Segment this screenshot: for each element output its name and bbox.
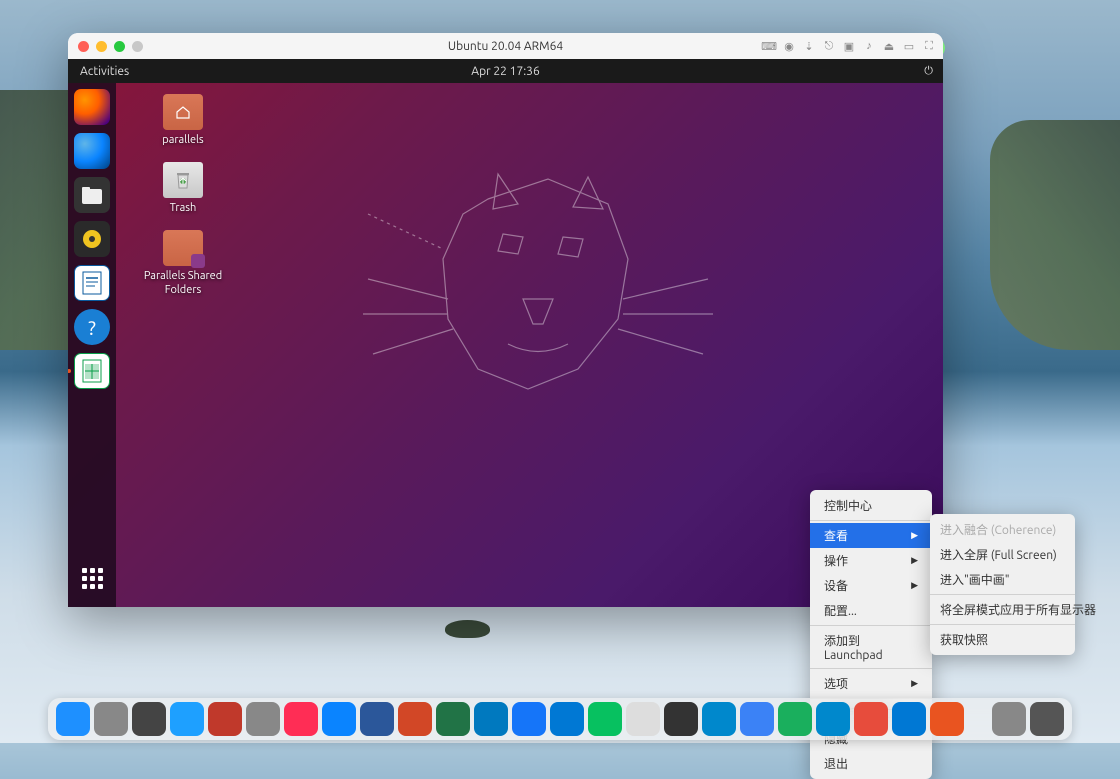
chevron-right-icon: ▶ bbox=[911, 678, 918, 689]
dock-telegram[interactable] bbox=[702, 702, 736, 736]
menu-actions[interactable]: 操作▶ bbox=[810, 548, 932, 573]
dock-wechat[interactable] bbox=[588, 702, 622, 736]
show-applications-button[interactable] bbox=[74, 561, 110, 597]
shared-folder-icon bbox=[163, 230, 203, 266]
display-icon[interactable]: ▣ bbox=[843, 40, 855, 52]
menu-configure[interactable]: 配置... bbox=[810, 598, 932, 623]
menu-separator bbox=[930, 624, 1075, 625]
shared-label: Parallels Shared Folders bbox=[128, 270, 238, 296]
dock-excel[interactable] bbox=[436, 702, 470, 736]
submenu-pip[interactable]: 进入"画中画" bbox=[930, 567, 1075, 592]
files-launcher[interactable] bbox=[74, 177, 110, 213]
ubuntu-topbar: Activities Apr 22 17:36 ⏻ bbox=[68, 59, 943, 83]
dock-windows[interactable] bbox=[892, 702, 926, 736]
vm-titlebar[interactable]: Ubuntu 20.04 ARM64 ⌨ ◉ ⇣ ⎋ ▣ ♪ ⏏ ▭ ⛶ bbox=[68, 33, 943, 59]
dock-parallels-toolbox[interactable] bbox=[854, 702, 888, 736]
chevron-right-icon: ▶ bbox=[911, 530, 918, 541]
vm-toolbar-icons: ⌨ ◉ ⇣ ⎋ ▣ ♪ ⏏ ▭ ⛶ bbox=[763, 40, 935, 52]
dock-vscode[interactable] bbox=[550, 702, 584, 736]
menu-separator bbox=[810, 625, 932, 626]
zoom-button[interactable] bbox=[114, 41, 125, 52]
sound-icon[interactable]: ♪ bbox=[863, 40, 875, 52]
folder-icon bbox=[163, 94, 203, 130]
submenu-coherence: 进入融合 (Coherence) bbox=[930, 517, 1075, 542]
dock-spacer bbox=[968, 702, 988, 736]
submenu-all-displays[interactable]: 将全屏模式应用于所有显示器 bbox=[930, 597, 1075, 622]
submenu-snapshot[interactable]: 获取快照 bbox=[930, 627, 1075, 652]
dock-settings[interactable] bbox=[246, 702, 280, 736]
submenu-fullscreen[interactable]: 进入全屏 (Full Screen) bbox=[930, 542, 1075, 567]
dock-todo[interactable] bbox=[740, 702, 774, 736]
ubuntu-dock: ? bbox=[68, 83, 116, 607]
menu-separator bbox=[810, 520, 932, 521]
rhythmbox-launcher[interactable] bbox=[74, 221, 110, 257]
macos-dock bbox=[48, 698, 1072, 740]
datetime[interactable]: Apr 22 17:36 bbox=[471, 65, 539, 78]
trash-bin-icon bbox=[163, 162, 203, 198]
dock-typora[interactable] bbox=[626, 702, 660, 736]
firefox-launcher[interactable] bbox=[74, 89, 110, 125]
chevron-right-icon: ▶ bbox=[911, 580, 918, 591]
dock-multi[interactable] bbox=[132, 702, 166, 736]
dock-trello[interactable] bbox=[474, 702, 508, 736]
dock-ubuntu[interactable] bbox=[930, 702, 964, 736]
parallels-folder[interactable]: parallels bbox=[128, 94, 238, 147]
parallels-label: parallels bbox=[162, 134, 203, 147]
dock-finder[interactable] bbox=[56, 702, 90, 736]
dock-launchpad[interactable] bbox=[94, 702, 128, 736]
thunderbird-launcher[interactable] bbox=[74, 133, 110, 169]
dock-safari[interactable] bbox=[170, 702, 204, 736]
fullscreen-icon[interactable]: ⛶ bbox=[923, 40, 935, 52]
dock-word[interactable] bbox=[360, 702, 394, 736]
dock-music[interactable] bbox=[284, 702, 318, 736]
menu-control-center[interactable]: 控制中心 bbox=[810, 493, 932, 518]
menu-quit[interactable]: 退出 bbox=[810, 751, 932, 776]
libreoffice-calc-launcher[interactable] bbox=[74, 353, 110, 389]
parallels-shared-folder[interactable]: Parallels Shared Folders bbox=[128, 230, 238, 296]
pin-icon[interactable]: ⇣ bbox=[803, 40, 815, 52]
desktop-icons-area: parallels Trash Parallels Shared Folders bbox=[128, 94, 238, 297]
disc-icon[interactable]: ◉ bbox=[783, 40, 795, 52]
menu-options[interactable]: 选项▶ bbox=[810, 671, 932, 696]
menu-view[interactable]: 查看▶ bbox=[810, 523, 932, 548]
dock-powerpoint[interactable] bbox=[398, 702, 432, 736]
network-icon[interactable]: ⎋ bbox=[823, 40, 835, 52]
dock-trash-dock[interactable] bbox=[992, 702, 1026, 736]
dock-litebase[interactable] bbox=[1030, 702, 1064, 736]
trash-label: Trash bbox=[170, 202, 197, 215]
keyboard-icon[interactable]: ⌨ bbox=[763, 40, 775, 52]
vm-title: Ubuntu 20.04 ARM64 bbox=[448, 40, 563, 53]
island-decoration bbox=[445, 620, 490, 638]
traffic-lights bbox=[78, 41, 143, 52]
ubuntu-fossa-wallpaper bbox=[348, 159, 728, 479]
dock-terminal[interactable] bbox=[664, 702, 698, 736]
tablet-icon[interactable]: ▭ bbox=[903, 40, 915, 52]
dock-navicat[interactable] bbox=[778, 702, 812, 736]
dock-wine[interactable] bbox=[208, 702, 242, 736]
usb-icon[interactable]: ⏏ bbox=[883, 40, 895, 52]
dock-xcode[interactable] bbox=[512, 702, 546, 736]
system-tray[interactable]: ⏻ bbox=[924, 65, 933, 78]
menu-add-launchpad[interactable]: 添加到 Launchpad bbox=[810, 628, 932, 666]
libreoffice-writer-launcher[interactable] bbox=[74, 265, 110, 301]
disabled-button bbox=[132, 41, 143, 52]
view-submenu: 进入融合 (Coherence) 进入全屏 (Full Screen) 进入"画… bbox=[930, 514, 1075, 655]
activities-button[interactable]: Activities bbox=[80, 65, 129, 78]
power-icon[interactable]: ⏻ bbox=[924, 65, 933, 78]
menu-separator bbox=[810, 668, 932, 669]
menu-separator bbox=[930, 594, 1075, 595]
dock-telegram2[interactable] bbox=[816, 702, 850, 736]
chevron-right-icon: ▶ bbox=[911, 555, 918, 566]
dock-appstore[interactable] bbox=[322, 702, 356, 736]
trash-icon[interactable]: Trash bbox=[128, 162, 238, 215]
close-button[interactable] bbox=[78, 41, 89, 52]
help-launcher[interactable]: ? bbox=[74, 309, 110, 345]
minimize-button[interactable] bbox=[96, 41, 107, 52]
menu-devices[interactable]: 设备▶ bbox=[810, 573, 932, 598]
